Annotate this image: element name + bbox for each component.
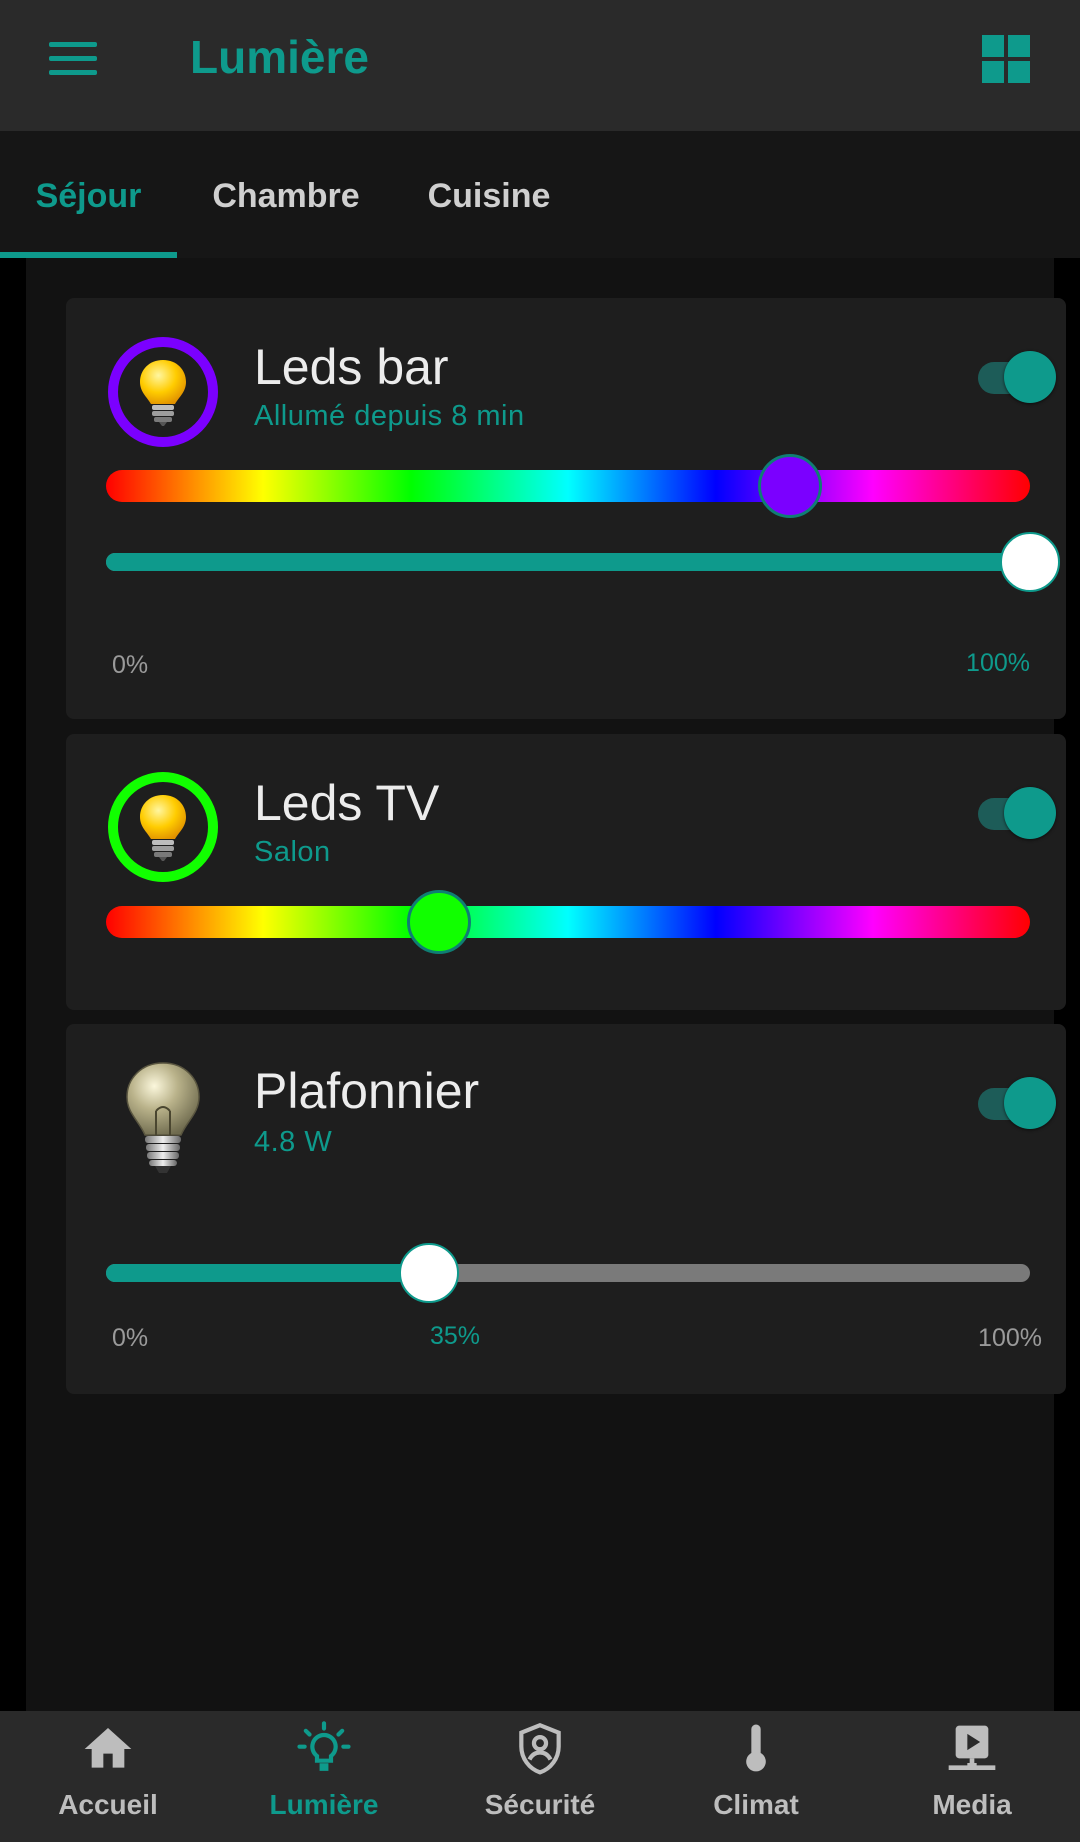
tab-chambre[interactable]: Chambre bbox=[200, 131, 372, 258]
nav-label: Climat bbox=[713, 1789, 799, 1820]
brightness-min-label: 0% bbox=[112, 651, 149, 679]
brightness-max-label: 100% bbox=[978, 1324, 1042, 1352]
plafonnier-power-toggle[interactable] bbox=[974, 1076, 1058, 1130]
light-list: Leds bar Allumé depuis 8 min 0% 100% Led… bbox=[26, 258, 1066, 1711]
leds-bar-power-toggle[interactable] bbox=[974, 350, 1058, 404]
lightbulb-icon bbox=[140, 795, 186, 861]
leds-tv-color-indicator[interactable] bbox=[108, 772, 218, 882]
room-tabs: Séjour Chambre Cuisine bbox=[0, 131, 1080, 258]
menu-icon-line bbox=[49, 56, 97, 61]
brightness-fill bbox=[106, 1264, 430, 1282]
tab-cuisine[interactable]: Cuisine bbox=[412, 131, 566, 258]
light-status: Allumé depuis 8 min bbox=[254, 400, 525, 432]
bottom-navigation: Accueil Lumière Sécurité Climat Media bbox=[0, 1711, 1080, 1842]
light-card-leds-bar: Leds bar Allumé depuis 8 min 0% 100% bbox=[66, 298, 1066, 719]
toggle-knob bbox=[1004, 351, 1056, 403]
nav-climat[interactable]: Climat bbox=[648, 1711, 864, 1842]
leds-tv-power-toggle[interactable] bbox=[974, 786, 1058, 840]
nav-label: Accueil bbox=[58, 1789, 158, 1820]
shield-account-icon bbox=[519, 1722, 561, 1775]
nav-securite[interactable]: Sécurité bbox=[432, 1711, 648, 1842]
light-name: Leds bar bbox=[254, 339, 449, 395]
media-play-icon bbox=[948, 1725, 996, 1770]
light-name: Plafonnier bbox=[254, 1063, 480, 1119]
tab-sejour[interactable]: Séjour bbox=[0, 131, 177, 258]
light-status: Salon bbox=[254, 836, 331, 868]
nav-lumiere[interactable]: Lumière bbox=[216, 1711, 432, 1842]
toggle-knob bbox=[1004, 1077, 1056, 1129]
grid-icon-cell bbox=[1008, 35, 1030, 57]
nav-label: Media bbox=[932, 1789, 1012, 1820]
menu-icon-line bbox=[49, 70, 97, 75]
page-title: Lumière bbox=[190, 31, 369, 83]
light-card-leds-tv: Leds TV Salon bbox=[66, 734, 1066, 1010]
brightness-slider-thumb[interactable] bbox=[1000, 532, 1060, 592]
menu-button[interactable] bbox=[38, 34, 108, 84]
nav-media[interactable]: Media bbox=[864, 1711, 1080, 1842]
grid-icon bbox=[982, 35, 1004, 57]
incandescent-bulb-icon bbox=[126, 1062, 200, 1173]
app-bar: Lumière bbox=[0, 0, 1080, 131]
nav-label: Sécurité bbox=[484, 1789, 596, 1820]
leds-bar-color-indicator[interactable] bbox=[108, 337, 218, 447]
toggle-knob bbox=[1004, 787, 1056, 839]
light-card-plafonnier: Plafonnier 4.8 W 0% 35% 100% bbox=[66, 1024, 1066, 1394]
nav-label: Lumière bbox=[269, 1789, 379, 1820]
brightness-value-label: 35% bbox=[430, 1322, 481, 1350]
hue-slider-thumb[interactable] bbox=[757, 454, 822, 518]
plafonnier-brightness-slider[interactable] bbox=[106, 1243, 1030, 1303]
light-power-reading: 4.8 W bbox=[254, 1126, 333, 1158]
menu-icon bbox=[49, 42, 97, 47]
brightness-slider-thumb[interactable] bbox=[399, 1243, 460, 1303]
light-name: Leds TV bbox=[254, 775, 440, 831]
brightness-fill bbox=[106, 553, 1030, 571]
leds-tv-hue-slider[interactable] bbox=[106, 890, 1030, 954]
dashboard-grid-button[interactable] bbox=[982, 35, 1030, 83]
leds-bar-brightness-slider[interactable] bbox=[106, 532, 1060, 592]
lightbulb-outline-icon bbox=[297, 1721, 351, 1771]
grid-icon-cell bbox=[982, 61, 1004, 83]
leds-bar-hue-slider[interactable] bbox=[106, 454, 1030, 518]
lightbulb-icon bbox=[140, 360, 186, 426]
grid-icon-cell bbox=[1008, 61, 1030, 83]
brightness-max-label: 100% bbox=[966, 649, 1030, 677]
plafonnier-icon-container[interactable] bbox=[108, 1062, 218, 1173]
home-icon bbox=[84, 1728, 132, 1768]
nav-accueil[interactable]: Accueil bbox=[0, 1711, 216, 1842]
hue-slider-thumb[interactable] bbox=[406, 890, 471, 954]
brightness-min-label: 0% bbox=[112, 1324, 149, 1352]
thermometer-icon bbox=[746, 1724, 766, 1772]
